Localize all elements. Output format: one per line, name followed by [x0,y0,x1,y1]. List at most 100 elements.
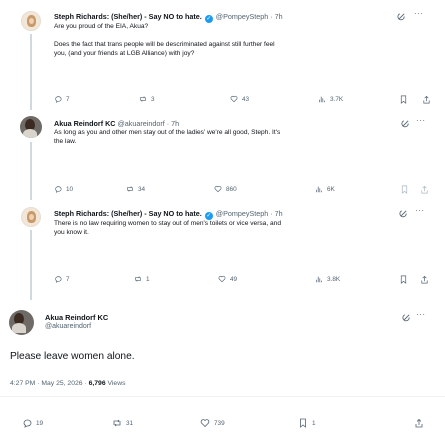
views-icon [316,186,322,193]
action-bar: 10 34 860 6K [54,185,434,195]
author-name[interactable]: Steph Richards: (She/her) - Say NO to ha… [54,12,202,21]
reply-button[interactable]: 7 [54,275,70,283]
views-label: Views [107,380,126,387]
avatar[interactable] [21,207,41,227]
tweet-meta: 4:27 PM · May 25, 2026 · 6,796 Views [10,380,126,387]
reply-icon [55,276,62,283]
share-icon[interactable] [414,418,424,428]
repost-icon [140,96,146,102]
heart-icon [214,186,222,193]
more-options-icon[interactable]: ··· [416,310,426,319]
author-name[interactable]: Akua Reindorf KC [45,313,108,322]
repost-count: 31 [126,419,134,427]
reply-count: 7 [66,95,70,103]
tweet-time[interactable]: 7h [171,119,179,128]
repost-button[interactable]: 3 [139,95,155,103]
tweet-text: Please leave women alone. [10,351,135,362]
like-count: 739 [214,419,225,427]
more-options-icon[interactable]: ··· [415,206,425,215]
repost-icon [135,276,141,282]
text-line: Does the fact that trans people will be … [54,41,275,48]
bookmark-button[interactable]: 1 [298,418,316,428]
tweet-text: As long as you and other men stay out of… [54,128,280,146]
dot-separator: · [166,119,170,128]
text-line: you, (and your friends at LGB Alliance) … [54,50,195,57]
grok-icon[interactable] [401,119,410,128]
heart-icon [230,96,238,103]
divider [0,396,445,397]
like-button[interactable]: 860 [214,185,237,193]
text-line: you know it. [54,229,89,236]
bookmark-count: 1 [312,419,316,427]
text-line: As long as you and other men stay out of… [54,129,281,136]
tweet-header: Akua Reindorf KC @akuareindorf · 7h [54,119,179,128]
dot-separator: · [84,380,87,387]
author-handle[interactable]: @PompeySteph [216,209,268,218]
repost-count: 3 [151,95,155,103]
text-line: the law. [54,138,77,145]
like-button[interactable]: 43 [230,95,249,103]
grok-icon[interactable] [402,313,411,322]
grok-icon[interactable] [399,209,408,218]
reply-icon [55,96,62,103]
views-count: 3.8K [327,275,341,283]
views-button[interactable]: 6K [315,185,335,193]
heart-icon [218,276,226,283]
tweet-time[interactable]: 7h [275,209,283,218]
tweet-time[interactable]: 7h [275,12,283,21]
views-total: 6,796 [88,380,106,387]
reply-tweet-3[interactable]: Steph Richards: (She/her) - Say NO to ha… [0,200,445,300]
avatar[interactable] [20,116,42,138]
reply-count: 7 [66,275,70,283]
repost-icon [127,186,133,192]
bookmark-icon[interactable] [399,275,408,284]
author-handle[interactable]: @akuareindorf [45,323,91,330]
views-button[interactable]: 3.8K [315,275,340,283]
views-count: 6K [327,185,335,193]
share-icon[interactable] [422,95,431,104]
reply-tweet-1[interactable]: Steph Richards: (She/her) - Say NO to ha… [0,0,445,110]
repost-button[interactable]: 31 [112,418,133,428]
tweet-text: Are you proud of the EIA, Akua? Does the… [54,22,275,58]
reply-button[interactable]: 19 [22,418,43,428]
reply-tweet-2[interactable]: Akua Reindorf KC @akuareindorf · 7h ··· … [0,110,445,200]
tweet-text: There is no law requiring women to stay … [54,219,281,237]
reply-button[interactable]: 7 [54,95,70,103]
reply-count: 10 [66,185,74,193]
author-handle[interactable]: @PompeySteph [216,12,268,21]
reply-button[interactable]: 10 [54,185,73,193]
share-icon[interactable] [420,185,429,194]
dot-separator: · [37,380,40,387]
like-count: 43 [242,95,250,103]
tweet-date[interactable]: May 25, 2026 [41,380,82,387]
avatar[interactable] [21,11,41,31]
views-icon [316,276,322,283]
bookmark-icon[interactable] [400,185,409,194]
author-name[interactable]: Steph Richards: (She/her) - Say NO to ha… [54,209,202,218]
text-line: There is no law requiring women to stay … [54,220,282,227]
share-icon[interactable] [420,275,429,284]
tweet-time[interactable]: 4:27 PM [10,380,35,387]
avatar[interactable] [9,310,34,335]
author-name[interactable]: Akua Reindorf KC [54,119,116,128]
author-handle[interactable]: @akuareindorf [118,119,165,128]
bookmark-icon [300,418,306,428]
views-icon [319,96,325,103]
grok-icon[interactable] [397,12,406,21]
more-options-icon[interactable]: ··· [416,116,426,125]
action-bar: 19 31 739 1 [22,418,437,428]
dot-separator: · [270,12,273,21]
main-tweet: Akua Reindorf KC @akuareindorf ··· Pleas… [0,300,445,441]
reply-icon [55,186,62,193]
like-button[interactable]: 739 [200,418,225,428]
heart-icon [200,419,210,428]
text-line: Are you proud of the EIA, Akua? [54,23,149,30]
more-options-icon[interactable]: ··· [414,9,424,18]
repost-count: 34 [138,185,146,193]
views-button[interactable]: 3.7K [318,95,343,103]
bookmark-icon[interactable] [399,95,408,104]
action-bar: 7 3 43 3.7K [54,95,434,105]
repost-button[interactable]: 1 [134,275,150,283]
repost-button[interactable]: 34 [126,185,145,193]
like-button[interactable]: 49 [218,275,237,283]
